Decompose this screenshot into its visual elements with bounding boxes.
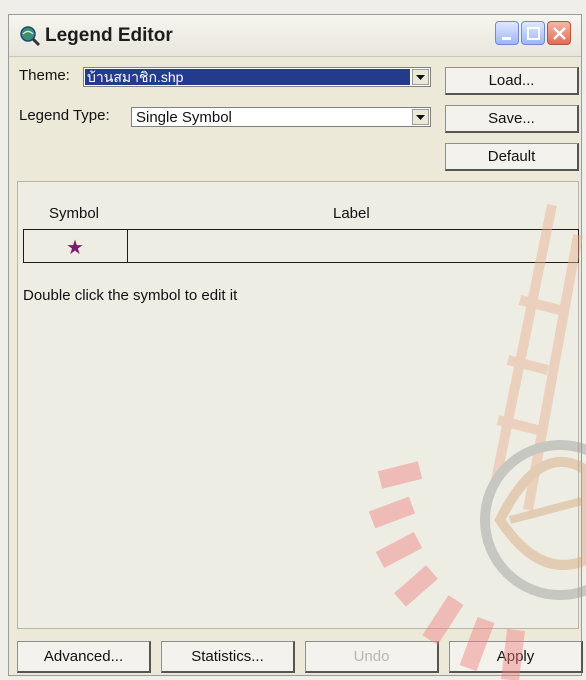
close-button[interactable]	[547, 21, 571, 45]
magnifier-globe-icon	[20, 26, 41, 47]
minimize-icon	[502, 37, 511, 40]
legend-table-row[interactable]: ★	[23, 229, 579, 263]
theme-label: Theme:	[19, 67, 70, 84]
legend-editor-window: Legend Editor Theme: บ้านสมาชิก.shp Lege…	[8, 14, 583, 676]
minimize-button[interactable]	[495, 21, 519, 45]
theme-value: บ้านสมาชิก.shp	[85, 69, 410, 85]
load-button[interactable]: Load...	[445, 67, 579, 95]
maximize-icon	[527, 27, 540, 40]
title-bar[interactable]: Legend Editor	[9, 15, 581, 57]
save-button[interactable]: Save...	[445, 105, 579, 133]
legend-type-dropdown[interactable]: Single Symbol	[131, 107, 431, 127]
legend-table-header: Symbol Label	[17, 201, 577, 227]
apply-button[interactable]: Apply	[449, 641, 583, 673]
edit-hint-text: Double click the symbol to edit it	[23, 287, 238, 304]
star-symbol-icon[interactable]: ★	[66, 235, 84, 259]
maximize-button[interactable]	[521, 21, 545, 45]
statistics-button[interactable]: Statistics...	[161, 641, 295, 673]
default-button[interactable]: Default	[445, 143, 579, 171]
legend-type-dropdown-arrow[interactable]	[412, 109, 429, 125]
close-icon	[553, 27, 566, 40]
chevron-down-icon	[416, 75, 425, 80]
legend-type-value: Single Symbol	[136, 109, 232, 126]
theme-dropdown-arrow[interactable]	[412, 69, 429, 85]
chevron-down-icon	[416, 115, 425, 120]
theme-dropdown[interactable]: บ้านสมาชิก.shp	[83, 67, 431, 87]
symbol-column-header: Symbol	[49, 205, 100, 222]
legend-type-label: Legend Type:	[19, 107, 110, 124]
label-column-header: Label	[333, 205, 370, 222]
symbol-cell[interactable]: ★	[24, 230, 128, 262]
advanced-button[interactable]: Advanced...	[17, 641, 151, 673]
undo-button[interactable]: Undo	[305, 641, 439, 673]
window-title: Legend Editor	[45, 25, 173, 46]
